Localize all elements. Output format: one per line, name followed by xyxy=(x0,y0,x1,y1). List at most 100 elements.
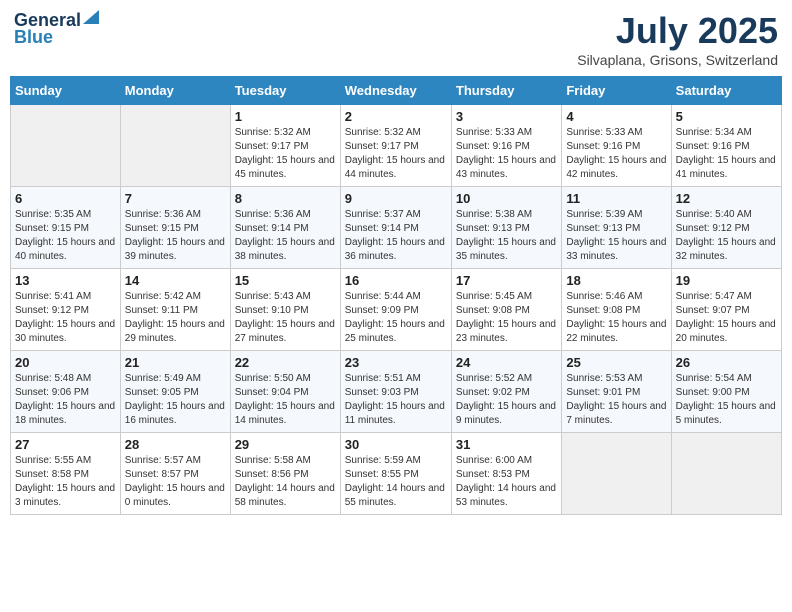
day-number: 25 xyxy=(566,355,666,370)
calendar-week-row: 27Sunrise: 5:55 AMSunset: 8:58 PMDayligh… xyxy=(11,433,782,515)
calendar-week-row: 6Sunrise: 5:35 AMSunset: 9:15 PMDaylight… xyxy=(11,187,782,269)
day-number: 13 xyxy=(15,273,116,288)
calendar-day-cell: 6Sunrise: 5:35 AMSunset: 9:15 PMDaylight… xyxy=(11,187,121,269)
day-info: Sunrise: 5:36 AMSunset: 9:15 PMDaylight:… xyxy=(125,208,226,264)
day-number: 6 xyxy=(15,191,116,206)
calendar-day-cell: 21 Sunrise: 5:49 AMSunset: 9:05 PMDayligh… xyxy=(120,351,230,433)
logo-arrow-icon xyxy=(83,10,99,29)
day-number: 11 xyxy=(566,191,666,206)
day-info: Sunrise: 5:45 AMSunset: 9:08 PMDaylight:… xyxy=(456,290,557,346)
day-info: Sunrise: 5:59 AMSunset: 8:55 PMDaylight:… xyxy=(345,454,447,510)
day-info: Sunrise: 5:44 AMSunset: 9:09 PMDaylight:… xyxy=(345,290,447,346)
day-number: 17 xyxy=(456,273,557,288)
calendar-header-cell: Tuesday xyxy=(230,77,340,105)
calendar-day-cell: 2Sunrise: 5:32 AMSunset: 9:17 PMDaylight… xyxy=(340,105,451,187)
calendar-header-cell: Sunday xyxy=(11,77,121,105)
day-number: 19 xyxy=(676,273,777,288)
day-number: 18 xyxy=(566,273,666,288)
day-number: 24 xyxy=(456,355,557,370)
day-info: Sunrise: 5:40 AMSunset: 9:12 PMDaylight:… xyxy=(676,208,777,264)
day-info: Sunrise: 5:50 AMSunset: 9:04 PMDaylight:… xyxy=(235,372,336,428)
logo: General Blue xyxy=(14,10,99,48)
calendar-day-cell: 11 Sunrise: 5:39 AMSunset: 9:13 PMDayligh… xyxy=(562,187,671,269)
calendar-day-cell: 16 Sunrise: 5:44 AMSunset: 9:09 PMDayligh… xyxy=(340,269,451,351)
calendar-day-cell: 10 Sunrise: 5:38 AMSunset: 9:13 PMDayligh… xyxy=(451,187,561,269)
day-info: Sunrise: 5:47 AMSunset: 9:07 PMDaylight:… xyxy=(676,290,777,346)
calendar-day-cell: 13 Sunrise: 5:41 AMSunset: 9:12 PMDayligh… xyxy=(11,269,121,351)
day-number: 7 xyxy=(125,191,226,206)
day-number: 9 xyxy=(345,191,447,206)
day-number: 30 xyxy=(345,437,447,452)
day-number: 12 xyxy=(676,191,777,206)
calendar-day-cell: 4 Sunrise: 5:33 AMSunset: 9:16 PMDaylight… xyxy=(562,105,671,187)
calendar-day-cell xyxy=(120,105,230,187)
calendar-day-cell: 15 Sunrise: 5:43 AMSunset: 9:10 PMDayligh… xyxy=(230,269,340,351)
day-number: 2 xyxy=(345,109,447,124)
day-info: Sunrise: 5:51 AMSunset: 9:03 PMDaylight:… xyxy=(345,372,447,428)
day-info: Sunrise: 5:37 AMSunset: 9:14 PMDaylight:… xyxy=(345,208,447,264)
calendar-header-cell: Saturday xyxy=(671,77,781,105)
calendar-day-cell: 19 Sunrise: 5:47 AMSunset: 9:07 PMDayligh… xyxy=(671,269,781,351)
calendar-day-cell: 22 Sunrise: 5:50 AMSunset: 9:04 PMDayligh… xyxy=(230,351,340,433)
title-area: July 2025 Silvaplana, Grisons, Switzerla… xyxy=(577,10,778,68)
day-info: Sunrise: 5:33 AMSunset: 9:16 PMDaylight:… xyxy=(566,126,666,182)
day-info: Sunrise: 5:49 AMSunset: 9:05 PMDaylight:… xyxy=(125,372,226,428)
day-info: Sunrise: 5:39 AMSunset: 9:13 PMDaylight:… xyxy=(566,208,666,264)
day-number: 10 xyxy=(456,191,557,206)
calendar-header-cell: Monday xyxy=(120,77,230,105)
day-info: Sunrise: 5:32 AMSunset: 9:17 PMDaylight:… xyxy=(235,126,336,182)
day-info: Sunrise: 5:48 AMSunset: 9:06 PMDaylight:… xyxy=(15,372,116,428)
calendar-day-cell: 18 Sunrise: 5:46 AMSunset: 9:08 PMDayligh… xyxy=(562,269,671,351)
calendar-day-cell xyxy=(671,433,781,515)
day-number: 20 xyxy=(15,355,116,370)
day-number: 16 xyxy=(345,273,447,288)
calendar-day-cell: 26Sunrise: 5:54 AMSunset: 9:00 PMDayligh… xyxy=(671,351,781,433)
day-number: 4 xyxy=(566,109,666,124)
day-info: Sunrise: 5:38 AMSunset: 9:13 PMDaylight:… xyxy=(456,208,557,264)
day-number: 29 xyxy=(235,437,336,452)
calendar-table: SundayMondayTuesdayWednesdayThursdayFrid… xyxy=(10,76,782,515)
day-info: Sunrise: 5:52 AMSunset: 9:02 PMDaylight:… xyxy=(456,372,557,428)
calendar-day-cell: 29Sunrise: 5:58 AMSunset: 8:56 PMDayligh… xyxy=(230,433,340,515)
day-number: 14 xyxy=(125,273,226,288)
day-number: 8 xyxy=(235,191,336,206)
calendar-day-cell: 12 Sunrise: 5:40 AMSunset: 9:12 PMDayligh… xyxy=(671,187,781,269)
day-number: 28 xyxy=(125,437,226,452)
calendar-day-cell: 5Sunrise: 5:34 AMSunset: 9:16 PMDaylight… xyxy=(671,105,781,187)
day-number: 21 xyxy=(125,355,226,370)
calendar-day-cell: 30 Sunrise: 5:59 AMSunset: 8:55 PMDayligh… xyxy=(340,433,451,515)
month-title: July 2025 xyxy=(577,10,778,52)
day-number: 22 xyxy=(235,355,336,370)
day-number: 15 xyxy=(235,273,336,288)
day-info: Sunrise: 5:53 AMSunset: 9:01 PMDaylight:… xyxy=(566,372,666,428)
day-info: Sunrise: 5:41 AMSunset: 9:12 PMDaylight:… xyxy=(15,290,116,346)
calendar-day-cell: 23Sunrise: 5:51 AMSunset: 9:03 PMDayligh… xyxy=(340,351,451,433)
day-info: Sunrise: 5:46 AMSunset: 9:08 PMDaylight:… xyxy=(566,290,666,346)
calendar-header-cell: Friday xyxy=(562,77,671,105)
calendar-header-row: SundayMondayTuesdayWednesdayThursdayFrid… xyxy=(11,77,782,105)
day-info: Sunrise: 5:57 AMSunset: 8:57 PMDaylight:… xyxy=(125,454,226,510)
day-info: Sunrise: 5:43 AMSunset: 9:10 PMDaylight:… xyxy=(235,290,336,346)
page-header: General Blue July 2025 Silvaplana, Griso… xyxy=(10,10,782,68)
calendar-week-row: 13 Sunrise: 5:41 AMSunset: 9:12 PMDayligh… xyxy=(11,269,782,351)
day-info: Sunrise: 5:54 AMSunset: 9:00 PMDaylight:… xyxy=(676,372,777,428)
calendar-day-cell: 9 Sunrise: 5:37 AMSunset: 9:14 PMDaylight… xyxy=(340,187,451,269)
calendar-day-cell: 31 Sunrise: 6:00 AMSunset: 8:53 PMDayligh… xyxy=(451,433,561,515)
calendar-day-cell: 20 Sunrise: 5:48 AMSunset: 9:06 PMDayligh… xyxy=(11,351,121,433)
calendar-day-cell: 25 Sunrise: 5:53 AMSunset: 9:01 PMDayligh… xyxy=(562,351,671,433)
day-number: 27 xyxy=(15,437,116,452)
calendar-body: 1Sunrise: 5:32 AMSunset: 9:17 PMDaylight… xyxy=(11,105,782,515)
day-number: 31 xyxy=(456,437,557,452)
calendar-week-row: 20 Sunrise: 5:48 AMSunset: 9:06 PMDayligh… xyxy=(11,351,782,433)
calendar-day-cell: 7 Sunrise: 5:36 AMSunset: 9:15 PMDaylight… xyxy=(120,187,230,269)
calendar-day-cell: 24 Sunrise: 5:52 AMSunset: 9:02 PMDayligh… xyxy=(451,351,561,433)
calendar-day-cell: 17 Sunrise: 5:45 AMSunset: 9:08 PMDayligh… xyxy=(451,269,561,351)
calendar-day-cell: 1Sunrise: 5:32 AMSunset: 9:17 PMDaylight… xyxy=(230,105,340,187)
day-info: Sunrise: 6:00 AMSunset: 8:53 PMDaylight:… xyxy=(456,454,557,510)
calendar-header-cell: Thursday xyxy=(451,77,561,105)
day-info: Sunrise: 5:34 AMSunset: 9:16 PMDaylight:… xyxy=(676,126,777,182)
calendar-day-cell xyxy=(562,433,671,515)
day-info: Sunrise: 5:42 AMSunset: 9:11 PMDaylight:… xyxy=(125,290,226,346)
location: Silvaplana, Grisons, Switzerland xyxy=(577,52,778,68)
calendar-header-cell: Wednesday xyxy=(340,77,451,105)
